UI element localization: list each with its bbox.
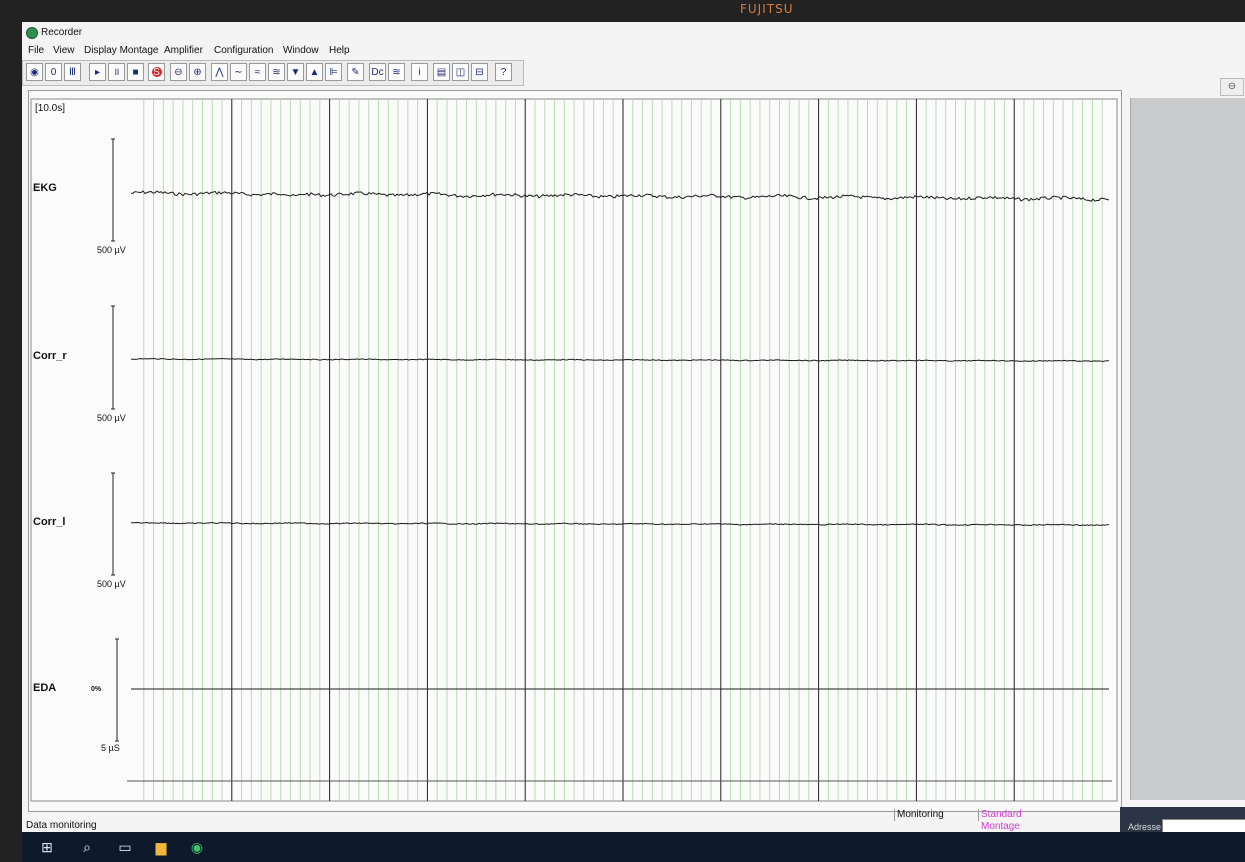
amplitude-up-icon[interactable]: ⋀: [211, 63, 228, 81]
layout-vertical-icon[interactable]: ◫: [452, 63, 469, 81]
dc-icon-glyph: Dc: [371, 67, 384, 78]
window-title: Recorder: [41, 27, 83, 38]
stop-button[interactable]: ■: [127, 63, 144, 81]
menu-help[interactable]: Help: [329, 45, 350, 56]
stop-button-glyph: ■: [132, 67, 139, 78]
scroll-up-icon[interactable]: ▲: [306, 63, 323, 81]
channel-corr-r-scale-label: 500 µV: [97, 413, 126, 423]
status-bar: Data monitoring Monitoring Standard Mont…: [22, 807, 1245, 832]
wave-icon-glyph: ≋: [392, 67, 401, 78]
layout-horizontal-icon[interactable]: ⊟: [471, 63, 488, 81]
monitor-brand: FUJITSU: [740, 2, 794, 16]
channel-ekg-scale-label: 500 µV: [97, 245, 126, 255]
amplitude-down-icon-glyph: ∼: [234, 67, 243, 78]
channel-eda-label: EDA: [33, 682, 56, 694]
channel-eda-scale-label: 5 µS: [101, 743, 120, 753]
record-button[interactable]: S: [148, 63, 165, 81]
status-message: Data monitoring: [26, 820, 97, 831]
menu-amplifier[interactable]: Amplifier: [164, 45, 203, 56]
menu-window[interactable]: Window: [283, 45, 319, 56]
amplitude-down-icon[interactable]: ∼: [230, 63, 247, 81]
title-bar: Recorder: [22, 24, 1245, 40]
monitor-eye-icon-glyph: ◉: [30, 67, 39, 78]
signal-chart-area[interactable]: [10.0s] EKG 500 µV Corr_r 500 µV Corr_l 500 µV…: [28, 90, 1122, 812]
help-icon[interactable]: ?: [495, 63, 512, 81]
time-window-label: [10.0s]: [35, 103, 65, 114]
channel-corr-l-label: Corr_l: [33, 516, 65, 528]
screen: Recorder File View Display Montage Ampli…: [22, 22, 1245, 862]
side-panel: [1130, 98, 1245, 800]
info-icon[interactable]: i: [411, 63, 428, 81]
file-explorer-icon[interactable]: ▆: [152, 838, 170, 856]
wave-icon[interactable]: ≋: [388, 63, 405, 81]
zoom-in-icon[interactable]: ⊕: [189, 63, 206, 81]
play-button-glyph: ▸: [94, 67, 101, 78]
pause-button[interactable]: ॥: [108, 63, 125, 81]
play-button[interactable]: ▸: [89, 63, 106, 81]
marker-icon[interactable]: ⊫: [325, 63, 342, 81]
menu-display-montage[interactable]: Display Montage: [84, 45, 158, 56]
impedance-button-glyph: Ⅲ: [69, 67, 76, 78]
dc-icon[interactable]: Dc: [369, 63, 386, 81]
pen-icon-glyph: ✎: [351, 67, 360, 78]
menu-file[interactable]: File: [28, 45, 44, 56]
windows-start-icon[interactable]: ⊞: [38, 838, 56, 856]
status-mode: Monitoring: [894, 809, 977, 821]
recorder-taskbar-icon[interactable]: ◉: [188, 838, 206, 856]
signal-chart: [10.0s] EKG 500 µV Corr_r 500 µV Corr_l 500 µV…: [30, 98, 1118, 802]
scroll-down-icon-glyph: ▼: [290, 67, 301, 78]
menu-view[interactable]: View: [53, 45, 75, 56]
print-icon-glyph: ▤: [436, 67, 447, 78]
info-icon-glyph: i: [418, 67, 421, 78]
layout-horizontal-icon-glyph: ⊟: [475, 67, 484, 78]
zero-button[interactable]: 0: [45, 63, 62, 81]
pause-button-glyph: ॥: [113, 67, 120, 78]
layout-vertical-icon-glyph: ◫: [455, 67, 466, 78]
zoom-out-icon[interactable]: ⊖: [170, 63, 187, 81]
filter-icon-glyph: ≈: [254, 67, 261, 78]
record-button-glyph: S: [153, 67, 160, 78]
recorder-app-icon: [26, 27, 38, 39]
menu-configuration[interactable]: Configuration: [214, 45, 273, 56]
impedance-button[interactable]: Ⅲ: [64, 63, 81, 81]
channel-corr-r-label: Corr_r: [33, 350, 67, 362]
status-right-area: [1120, 807, 1245, 832]
help-icon-glyph: ?: [500, 67, 507, 78]
menu-bar: File View Display Montage Amplifier Conf…: [22, 42, 1245, 58]
taskbar: ⊞ ⌕ ▭ ▆ ◉: [22, 832, 1245, 862]
channel-corr-l-scale-label: 500 µV: [97, 579, 126, 589]
filter-settings-icon[interactable]: ≋: [268, 63, 285, 81]
status-montage: Standard Montage: [978, 809, 1061, 832]
zoom-out-icon-right[interactable]: ⊖: [1220, 78, 1244, 96]
print-icon[interactable]: ▤: [433, 63, 450, 81]
marker-icon-glyph: ⊫: [329, 67, 338, 78]
zero-button-glyph: 0: [50, 67, 57, 78]
zoom-out-icon-glyph: ⊖: [174, 67, 183, 78]
scroll-down-icon[interactable]: ▼: [287, 63, 304, 81]
channel-ekg-label: EKG: [33, 182, 57, 194]
scroll-up-icon-glyph: ▲: [309, 67, 320, 78]
task-view-icon[interactable]: ▭: [116, 838, 134, 856]
filter-icon[interactable]: ≈: [249, 63, 266, 81]
toolbar: ◉ 0 Ⅲ ▸ ॥ ■ S ⊖ ⊕ ⋀ ∼ ≈ ≋ ▼ ▲ ⊫ ✎ Dc ≋ i ▤ ◫ ⊟?: [22, 60, 524, 86]
amplitude-up-icon-glyph: ⋀: [215, 67, 224, 78]
monitor-eye-icon[interactable]: ◉: [26, 63, 43, 81]
channel-eda-offset: 0%: [91, 686, 102, 693]
pen-icon[interactable]: ✎: [347, 63, 364, 81]
filter-settings-icon-glyph: ≋: [272, 67, 281, 78]
zoom-in-icon-glyph: ⊕: [193, 67, 202, 78]
search-icon[interactable]: ⌕: [78, 838, 96, 856]
